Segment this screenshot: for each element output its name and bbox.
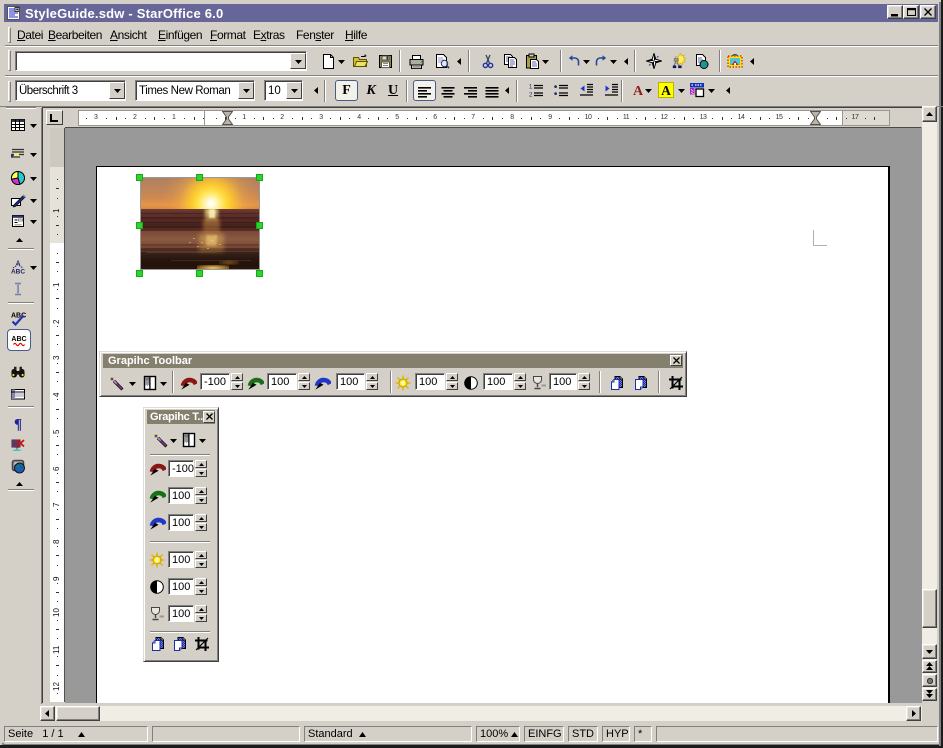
svg-text:A: A: [661, 83, 671, 98]
svg-text:A: A: [633, 84, 644, 98]
svg-text:ABC: ABC: [11, 336, 26, 343]
svg-text:ABC: ABC: [11, 269, 25, 276]
svg-text:1: 1: [529, 85, 533, 91]
svg-text:¶: ¶: [14, 417, 22, 432]
svg-text:2: 2: [529, 93, 533, 99]
